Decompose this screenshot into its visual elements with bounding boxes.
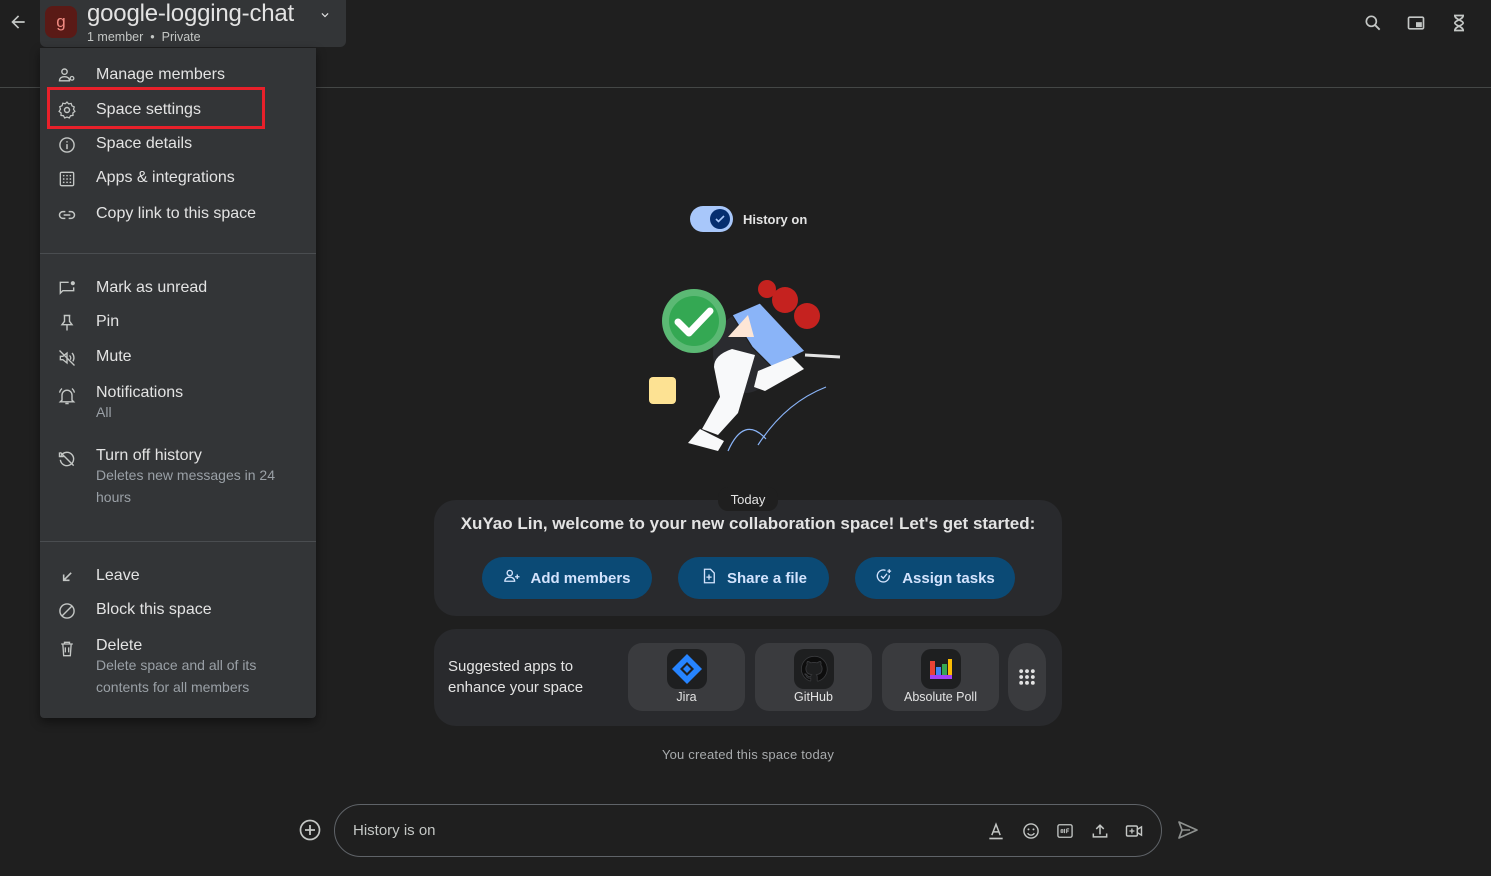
apps-dots-icon[interactable] [1008,643,1046,711]
button-label: Assign tasks [902,569,995,587]
menu-item-leave[interactable]: Leave [40,566,316,586]
message-input[interactable] [353,822,953,839]
mark-unread-icon [57,279,77,299]
menu-item-label: Apps & integrations [96,169,235,186]
menu-item-label: Notifications [96,384,184,401]
menu-item-notifications[interactable]: Notifications All [40,383,316,423]
emoji-icon[interactable] [1019,819,1043,843]
bell-icon [57,386,77,406]
suggested-apps-text: Suggested apps to enhance your space [448,658,584,696]
block-icon [57,601,77,621]
space-meta: 1 member • Private [87,30,201,44]
menu-item-label: Leave [96,567,140,584]
picture-in-picture-icon[interactable] [1404,11,1428,35]
history-label: History on [743,211,808,227]
button-label: Share a file [726,569,808,587]
history-off-icon [57,449,77,469]
add-file-icon [700,567,718,589]
jira-logo-icon [667,649,707,689]
chat-app: g google-logging-chat 1 member • Private… [0,0,1491,876]
search-icon[interactable] [1361,11,1385,35]
text-format-icon[interactable] [984,819,1008,843]
app-name: Absolute Poll [904,690,977,704]
menu-item-pin[interactable]: Pin [40,312,316,332]
menu-item-sublabel: Deletes new messages in 24 hours [96,467,275,505]
video-meeting-icon[interactable] [1122,819,1146,843]
app-tile-github[interactable]: GitHub [755,643,872,711]
apps-grid-icon [57,169,77,189]
hourglass-icon[interactable] [1447,11,1471,35]
add-circle-icon[interactable] [298,818,322,842]
history-toggle[interactable]: History on [690,206,807,232]
app-name: GitHub [794,690,833,704]
welcome-illustration [640,275,850,460]
date-chip: Today [718,487,778,511]
welcome-message: XuYao Lin, welcome to your new collabora… [460,514,1036,533]
assign-tasks-button[interactable]: Assign tasks [855,557,1015,599]
space-options-menu: Manage members Space settings Space deta… [40,48,316,718]
menu-item-label: Copy link to this space [96,205,257,222]
app-tile-jira[interactable]: Jira [628,643,745,711]
menu-item-label: Turn off history [96,447,202,464]
leave-arrow-icon [57,567,77,587]
mute-icon [57,348,77,368]
menu-item-space-details[interactable]: Space details [40,134,316,154]
created-note: You created this space today [661,747,835,762]
menu-item-copy-link[interactable]: Copy link to this space [40,204,316,224]
add-person-icon [503,567,521,589]
menu-item-apps-integrations[interactable]: Apps & integrations [40,168,316,188]
absolute-poll-logo-icon [921,649,961,689]
app-name: Jira [676,690,697,704]
space-avatar: g [45,6,77,38]
menu-item-label: Block this space [96,601,212,618]
menu-item-sublabel: Delete space and all of its contents for… [96,657,257,695]
message-composer [334,804,1162,857]
menu-item-turn-off-history[interactable]: Turn off history Deletes new messages in… [40,446,316,509]
chevron-down-icon[interactable] [318,8,332,22]
menu-item-mark-unread[interactable]: Mark as unread [40,278,316,298]
menu-item-label: Pin [96,313,120,330]
upload-icon[interactable] [1088,819,1112,843]
history-switch[interactable] [690,206,733,232]
link-icon [57,205,77,225]
menu-item-delete[interactable]: Delete Delete space and all of its conte… [40,636,316,701]
gif-icon[interactable] [1053,819,1077,843]
add-members-button[interactable]: Add members [482,557,652,599]
menu-divider [40,253,316,254]
menu-item-label: Mark as unread [96,279,208,296]
info-icon [57,135,77,155]
meta-separator: • [150,30,155,44]
manage-members-icon [57,65,77,85]
member-count: 1 member [87,30,144,44]
menu-divider [40,541,316,542]
share-file-button[interactable]: Share a file [678,557,829,599]
button-label: Add members [530,569,631,587]
send-icon[interactable] [1176,818,1200,842]
menu-item-sublabel: All [96,404,112,420]
trash-icon [57,639,77,659]
space-title[interactable]: google-logging-chat [87,0,294,28]
space-settings-highlight [47,87,265,129]
pin-icon [57,313,77,333]
privacy-label: Private [161,30,201,44]
menu-item-label: Mute [96,348,132,365]
add-task-icon [875,567,893,589]
menu-item-mute[interactable]: Mute [40,347,316,367]
menu-item-block-space[interactable]: Block this space [40,600,316,620]
app-tile-absolute-poll[interactable]: Absolute Poll [882,643,999,711]
check-icon [710,209,730,229]
menu-item-label: Space details [96,135,193,152]
menu-item-label: Manage members [96,66,225,83]
menu-item-manage-members[interactable]: Manage members [40,65,316,85]
github-logo-icon [794,649,834,689]
menu-item-label: Delete [96,637,143,654]
back-arrow-icon[interactable] [6,10,30,34]
